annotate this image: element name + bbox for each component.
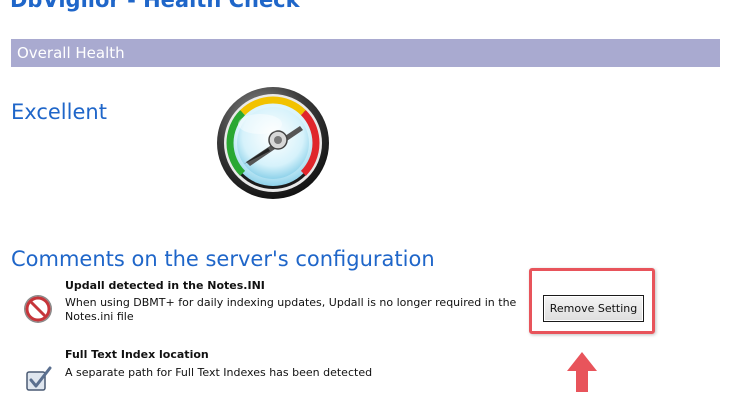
prohibited-icon bbox=[23, 294, 53, 324]
gauge-icon bbox=[216, 86, 330, 200]
section-label: Overall Health bbox=[17, 44, 125, 62]
comment-text-ft-index: A separate path for Full Text Indexes ha… bbox=[65, 366, 373, 379]
comment-text-updall: When using DBMT+ for daily indexing upda… bbox=[65, 296, 517, 323]
remove-setting-button[interactable]: Remove Setting bbox=[543, 295, 644, 322]
health-status-label: Excellent bbox=[11, 100, 107, 124]
comment-title-ft-index: Full Text Index location bbox=[65, 348, 209, 361]
overall-health-bar: Overall Health bbox=[11, 39, 720, 67]
comments-heading: Comments on the server's configuration bbox=[11, 247, 435, 271]
page-title: DbVigilor - Health Check bbox=[10, 0, 300, 12]
comment-title-updall: Updall detected in the Notes.INI bbox=[65, 279, 265, 292]
arrow-up-icon bbox=[565, 350, 599, 393]
checkbox-check-icon bbox=[24, 365, 52, 393]
